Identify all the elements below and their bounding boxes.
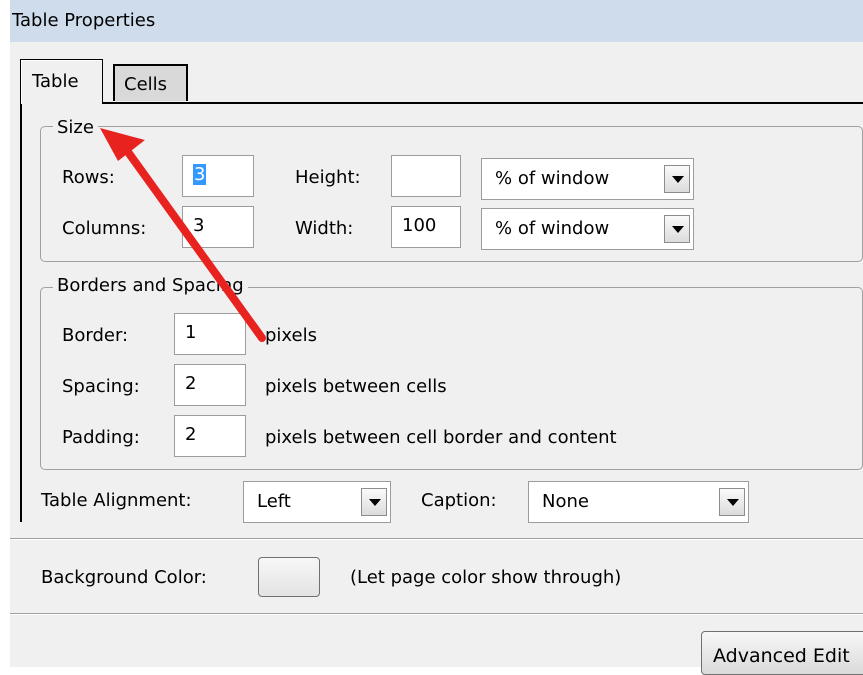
separator-top xyxy=(10,538,863,540)
background-color-button[interactable] xyxy=(258,557,320,597)
tab-panel xyxy=(20,102,863,522)
separator-bottom xyxy=(10,613,863,615)
tab-table[interactable]: Table xyxy=(20,59,103,104)
title-bar: Table Properties xyxy=(10,0,863,42)
tab-cells-label: Cells xyxy=(124,74,168,95)
tab-cells[interactable]: Cells xyxy=(113,64,188,101)
background-color-label: Background Color: xyxy=(41,567,207,588)
advanced-edit-button[interactable]: Advanced Edit xyxy=(701,631,863,675)
advanced-edit-label: Advanced Edit xyxy=(713,645,850,667)
tab-table-label: Table xyxy=(32,71,79,92)
background-color-note: (Let page color show through) xyxy=(350,567,622,588)
window-title: Table Properties xyxy=(12,10,156,31)
